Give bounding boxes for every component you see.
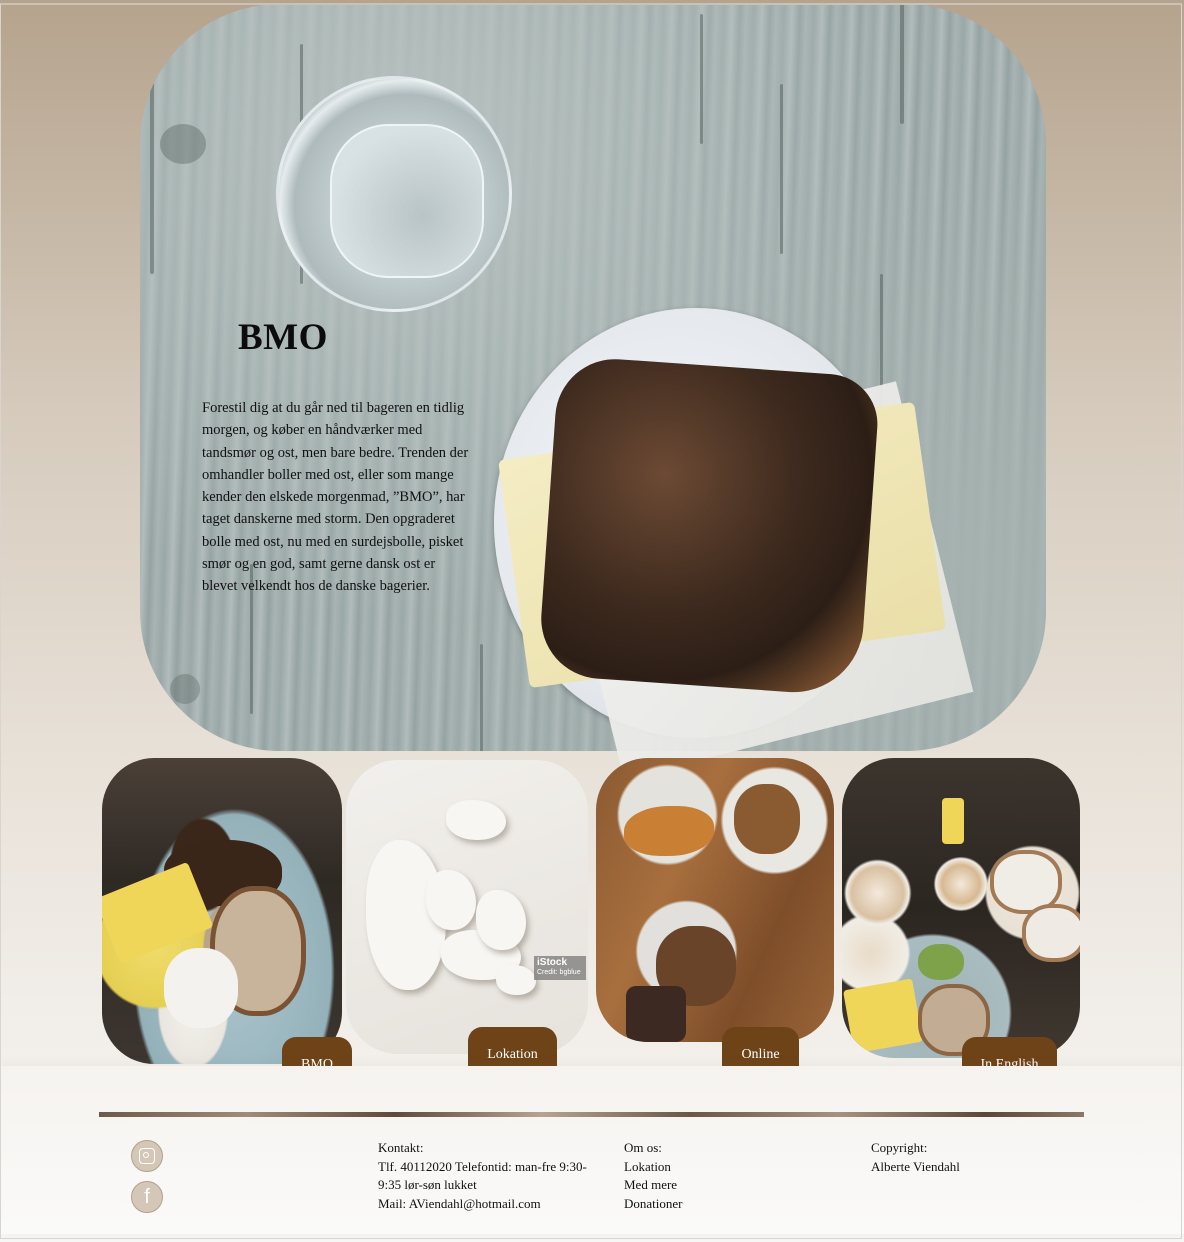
footer-link-med-mere[interactable]: Med mere xyxy=(624,1176,784,1195)
footer-link-donationer[interactable]: Donationer xyxy=(624,1195,784,1214)
watermark-credit: Credit: bgblue xyxy=(537,969,581,976)
instagram-icon[interactable] xyxy=(131,1140,163,1172)
footer-about: Om os: Lokation Med mere Donationer xyxy=(624,1139,784,1213)
footer-link-lokation[interactable]: Lokation xyxy=(624,1158,784,1177)
hero-description: Forestil dig at du går ned til bageren e… xyxy=(202,400,469,595)
footer-divider xyxy=(99,1112,1084,1117)
copyright-name: Alberte Viendahl xyxy=(871,1158,960,1174)
contact-mail: Mail: AViendahl@hotmail.com xyxy=(378,1195,541,1211)
card-image-online xyxy=(596,758,834,1042)
facebook-icon[interactable]: f xyxy=(131,1181,163,1213)
istock-watermark: iStock Credit: bgblue xyxy=(534,956,586,980)
bread-roll-image xyxy=(537,355,881,697)
page-title: BMO xyxy=(238,317,328,358)
contact-heading: Kontakt: xyxy=(378,1140,424,1155)
glass-bottom-shape xyxy=(330,124,484,278)
watermark-brand: iStock xyxy=(537,957,568,968)
contact-phone: Tlf. 40112020 Telefontid: man-fre 9:30-9… xyxy=(378,1158,587,1193)
footer-copyright: Copyright: Alberte Viendahl xyxy=(871,1139,1031,1176)
facebook-glyph: f xyxy=(144,1186,150,1208)
footer-contact: Kontakt: Tlf. 40112020 Telefontid: man-f… xyxy=(378,1139,588,1213)
card-image-english xyxy=(842,758,1080,1058)
instagram-glyph xyxy=(139,1148,155,1164)
copyright-heading: Copyright: xyxy=(871,1140,928,1155)
card-image-bmo xyxy=(102,758,342,1064)
about-heading: Om os: xyxy=(624,1140,662,1155)
card-image-map xyxy=(346,760,588,1054)
